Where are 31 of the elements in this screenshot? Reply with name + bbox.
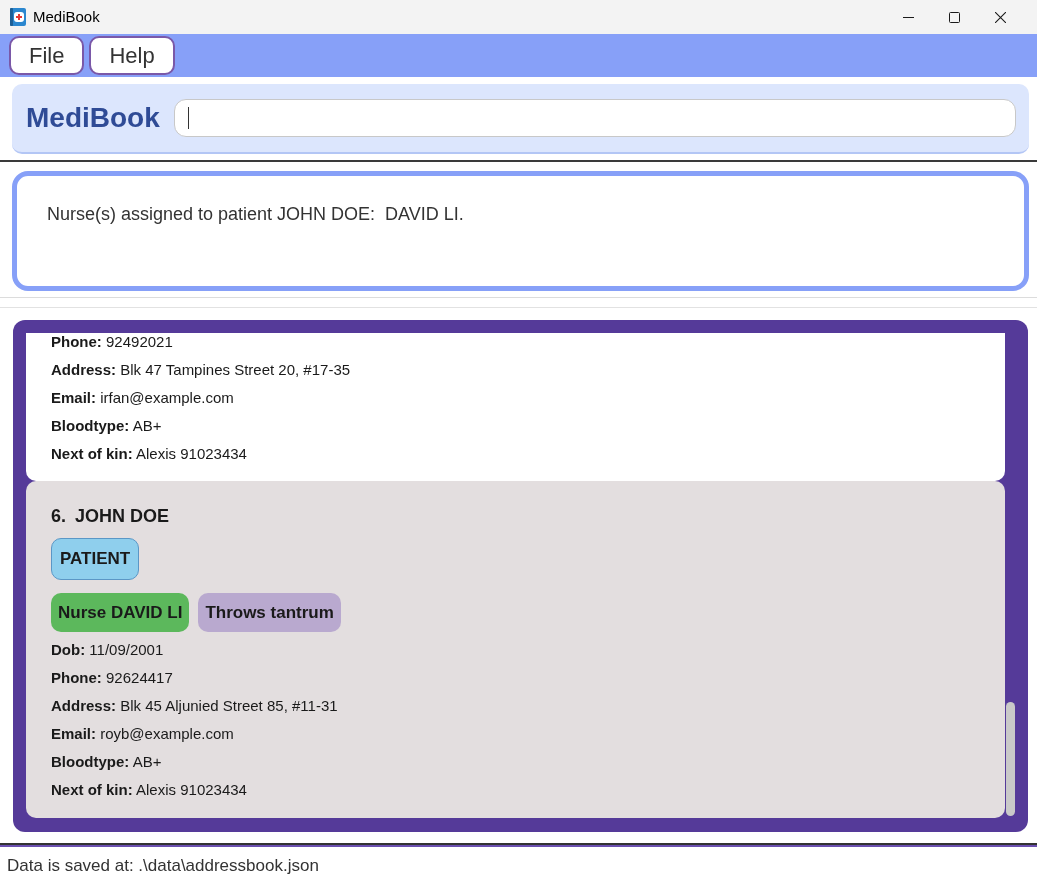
detail-text: Bloodtype: AB+ bbox=[51, 753, 163, 771]
person-card[interactable]: 6. JOHN DOE PATIENT Nurse DAVID LI Throws tantrum Dob: 11/09/2001 Phone: 92624417 Address: Blk 45 Aljunied Street 85, #11-31 Email: royb@example.com Bloodtype: AB+ Next of kin: Alexis 91023434 bbox=[26, 481, 1005, 818]
detail-text: Next of kin: Alexis 91023434 bbox=[51, 445, 248, 463]
app-title: MediBook bbox=[26, 101, 160, 135]
detail-text: Next of kin: Alexis 91023434 bbox=[51, 781, 248, 799]
card-index: 6. bbox=[51, 505, 66, 528]
tag: Nurse DAVID LI bbox=[51, 593, 190, 632]
close-icon bbox=[994, 11, 1006, 23]
tag: Throws tantrum bbox=[198, 593, 341, 632]
menu-button[interactable]: Help bbox=[89, 36, 175, 75]
detail-text: Address: Blk 47 Tampines Street 20, #17-35 bbox=[51, 361, 352, 379]
detail-text: Bloodtype: AB+ bbox=[51, 417, 163, 435]
minimize-icon bbox=[902, 16, 914, 18]
person-card[interactable]: Phone: 92492021 Address: Blk 47 Tampines Street 20, #17-35 Email: irfan@example.com Bloodtype: AB+ Next of kin: Alexis 91023434 bbox=[26, 333, 1005, 481]
maximize-icon bbox=[948, 11, 960, 23]
detail-text: Email: irfan@example.com bbox=[51, 389, 235, 407]
scrollbar-thumb[interactable] bbox=[1006, 702, 1015, 816]
detail-text: Address: Blk 45 Aljunied Street 85, #11-31 bbox=[51, 697, 339, 715]
command-field[interactable] bbox=[173, 99, 1016, 137]
detail-text: Phone: 92624417 bbox=[51, 669, 174, 687]
role-tag: PATIENT bbox=[51, 538, 140, 580]
detail-text: Dob: 11/09/2001 bbox=[51, 641, 165, 659]
detail-text: Phone: 92492021 bbox=[51, 333, 174, 351]
menu-button[interactable]: File bbox=[9, 36, 85, 75]
result-message: Nurse(s) assigned to patient JOHN DOE: DAVID LI. bbox=[47, 203, 465, 226]
status-text: Data is saved at: .\data\addressbook.json bbox=[7, 854, 319, 877]
window-title: MediBook bbox=[33, 6, 100, 27]
text-cursor bbox=[187, 107, 189, 129]
detail-text: Email: royb@example.com bbox=[51, 725, 235, 743]
book-icon bbox=[10, 8, 26, 26]
person-name: JOHN DOE bbox=[75, 505, 170, 528]
